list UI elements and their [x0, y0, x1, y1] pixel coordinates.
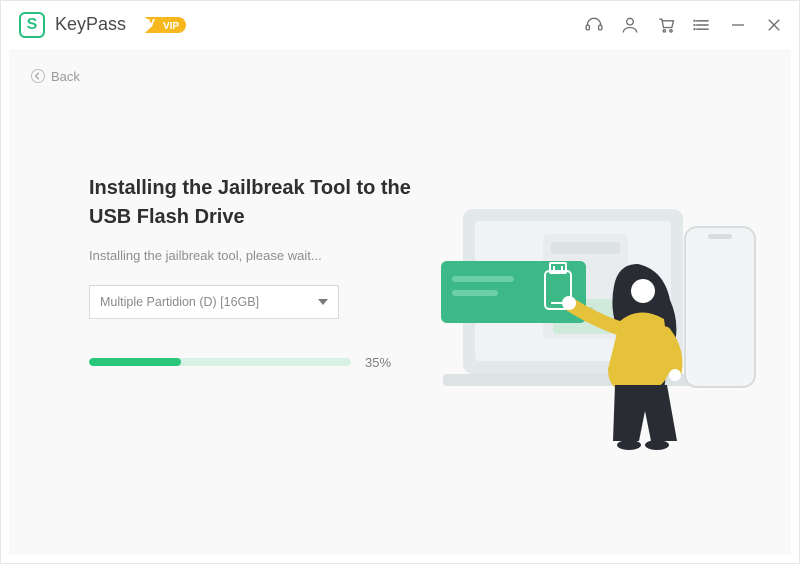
page-title: Installing the Jailbreak Tool to the USB… [89, 174, 429, 232]
titlebar: S KeyPass VIP [1, 1, 799, 49]
app-window: S KeyPass VIP [0, 0, 800, 564]
drive-dropdown[interactable]: Multiple Partidion (D) [16GB] [89, 285, 339, 319]
drive-dropdown-value: Multiple Partidion (D) [16GB] [100, 295, 259, 309]
cart-icon[interactable] [655, 14, 677, 36]
account-icon[interactable] [619, 14, 641, 36]
back-label: Back [51, 69, 80, 84]
support-icon[interactable] [583, 14, 605, 36]
progress-fill [89, 358, 181, 366]
vip-label-text: VIP [163, 21, 179, 32]
left-column: Installing the Jailbreak Tool to the USB… [89, 174, 429, 370]
window-controls [583, 14, 785, 36]
app-logo-letter: S [27, 16, 38, 34]
back-arrow-icon [31, 69, 45, 83]
progress-percent: 35% [365, 355, 391, 370]
progress-bar [89, 358, 351, 366]
chevron-down-icon [318, 299, 328, 305]
illustration [433, 179, 763, 469]
back-button[interactable]: Back [31, 69, 80, 84]
minimize-button[interactable] [727, 14, 749, 36]
vip-badge[interactable]: VIP [142, 14, 190, 36]
app-name: KeyPass [55, 14, 126, 35]
app-logo-icon: S [19, 12, 45, 38]
close-button[interactable] [763, 14, 785, 36]
status-text: Installing the jailbreak tool, please wa… [89, 248, 429, 263]
content-panel: Back Installing the Jailbreak Tool to th… [9, 49, 791, 555]
menu-icon[interactable] [691, 14, 713, 36]
progress-row: 35% [89, 355, 429, 370]
